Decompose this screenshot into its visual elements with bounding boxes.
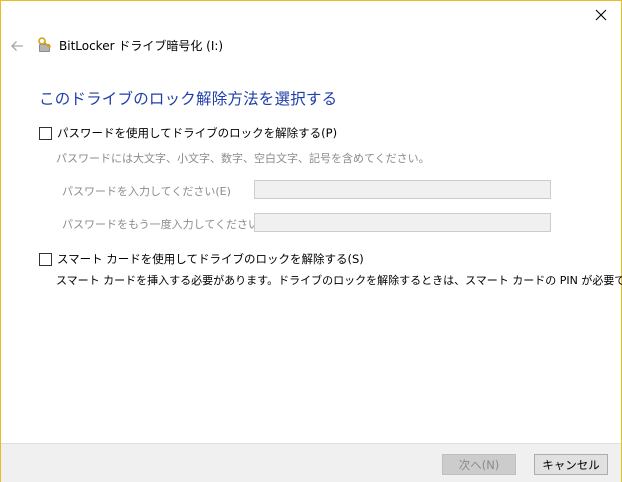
password-confirm-field-label: パスワードをもう一度入力してください(R) bbox=[62, 218, 276, 231]
next-button[interactable]: 次へ(N) bbox=[442, 454, 516, 475]
password-confirm-input[interactable] bbox=[254, 213, 551, 232]
close-icon bbox=[595, 9, 607, 21]
smartcard-checkbox-box[interactable] bbox=[39, 252, 52, 266]
smartcard-description: スマート カードを挿入する必要があります。ドライブのロックを解除するときは、スマ… bbox=[56, 274, 622, 287]
bitlocker-key-icon bbox=[38, 37, 52, 52]
password-option-label: パスワードを使用してドライブのロックを解除する(P) bbox=[57, 126, 338, 140]
close-button[interactable] bbox=[587, 3, 615, 27]
password-checkbox-box[interactable] bbox=[39, 126, 52, 140]
button-bar: 次へ(N) キャンセル bbox=[1, 443, 621, 482]
password-input[interactable] bbox=[254, 180, 551, 199]
password-field-label: パスワードを入力してください(E) bbox=[62, 185, 231, 198]
page-heading: このドライブのロック解除方法を選択する bbox=[39, 90, 338, 108]
bitlocker-wizard-window: BitLocker ドライブ暗号化 (I:) このドライブのロック解除方法を選択… bbox=[0, 0, 622, 482]
password-option-checkbox[interactable]: パスワードを使用してドライブのロックを解除する(P) bbox=[39, 125, 337, 141]
cancel-button[interactable]: キャンセル bbox=[534, 454, 608, 475]
back-button[interactable] bbox=[8, 38, 26, 54]
password-hint: パスワードには大文字、小文字、数字、空白文字、記号を含めてください。 bbox=[56, 152, 430, 165]
window-title: BitLocker ドライブ暗号化 (I:) bbox=[59, 39, 224, 53]
smartcard-option-label: スマート カードを使用してドライブのロックを解除する(S) bbox=[57, 252, 364, 266]
smartcard-option-checkbox[interactable]: スマート カードを使用してドライブのロックを解除する(S) bbox=[39, 251, 364, 267]
back-arrow-icon bbox=[11, 41, 23, 51]
wizard-header: BitLocker ドライブ暗号化 (I:) bbox=[1, 31, 621, 61]
